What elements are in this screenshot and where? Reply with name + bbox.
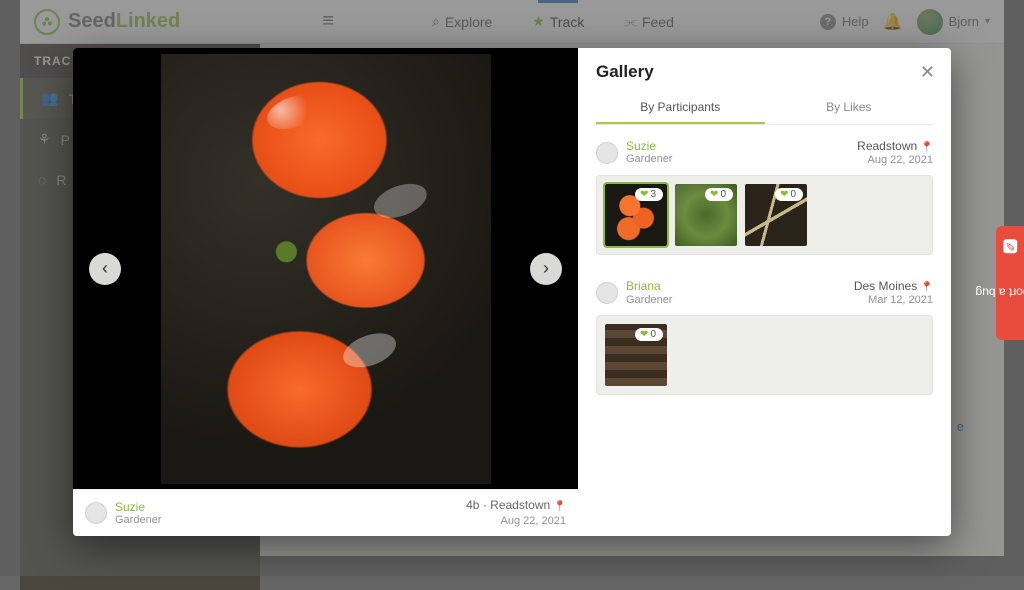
gallery-title: Gallery <box>596 62 933 82</box>
modal-backdrop[interactable]: ‹ › Suzie Gardener 4b · Readst <box>0 0 1024 576</box>
grower-0-date: Aug 22, 2021 <box>857 154 933 167</box>
tab-by-likes-label: By Likes <box>826 100 871 114</box>
grower-0-city: Readstown <box>857 139 917 153</box>
avatar-icon <box>596 142 618 164</box>
caption-meta: 4b · Readstown 📍 Aug 22, 2021 <box>466 498 566 528</box>
grower-block-1: Briana Gardener Des Moines 📍 Mar 12, 202… <box>596 279 933 395</box>
tab-by-participants[interactable]: By Participants <box>596 92 765 124</box>
grower-1-name[interactable]: Briana <box>626 279 672 293</box>
caption-user: Suzie Gardener <box>85 500 161 526</box>
thumb-0-0-likes[interactable]: ❤3 <box>635 188 663 201</box>
grower-head-1: Briana Gardener Des Moines 📍 Mar 12, 202… <box>596 279 933 307</box>
heart-icon: ❤ <box>780 189 788 200</box>
tab-by-likes[interactable]: By Likes <box>765 92 934 124</box>
thumb-0-2[interactable]: ❤0 <box>745 184 807 246</box>
thumb-0-1[interactable]: ❤0 <box>675 184 737 246</box>
thumb-1-0-likes[interactable]: ❤0 <box>635 328 663 341</box>
report-bug-button[interactable]: Report a bug ✎ <box>996 226 1024 340</box>
caption-location: Readstown <box>490 498 550 512</box>
heart-icon: ❤ <box>640 329 648 340</box>
grower-1-role: Gardener <box>626 294 672 307</box>
image-viewer-stage: ‹ › <box>73 48 578 489</box>
thumb-0-0[interactable]: ❤3 <box>605 184 667 246</box>
gallery-panel: ✕ Gallery By Participants By Likes Suzie <box>578 48 951 536</box>
grower-0-role: Gardener <box>626 153 672 166</box>
image-caption: Suzie Gardener 4b · Readstown 📍 Aug 22, … <box>73 489 578 536</box>
gallery-modal: ‹ › Suzie Gardener 4b · Readst <box>73 48 951 536</box>
thumb-0-1-likes[interactable]: ❤0 <box>705 188 733 201</box>
avatar-icon <box>85 502 107 524</box>
caption-date: Aug 22, 2021 <box>466 514 566 528</box>
caption-meta-prefix: 4b <box>466 498 479 512</box>
grower-0-thumbs: ❤3 ❤0 ❤0 <box>596 175 933 255</box>
thumb-0-2-likes[interactable]: ❤0 <box>775 188 803 201</box>
gallery-tabs: By Participants By Likes <box>596 92 933 125</box>
report-bug-label: Report a bug <box>975 286 1024 300</box>
grower-1-date: Mar 12, 2021 <box>854 294 933 307</box>
thumb-0-0-like-count: 3 <box>650 189 656 200</box>
heart-icon: ❤ <box>640 189 648 200</box>
location-pin-icon: 📍 <box>554 501 566 512</box>
thumb-1-0[interactable]: ❤0 <box>605 324 667 386</box>
caption-userrole: Gardener <box>115 514 161 526</box>
location-pin-icon: 📍 <box>921 142 933 153</box>
grower-1-thumbs: ❤0 <box>596 315 933 395</box>
close-icon: ✕ <box>920 62 935 82</box>
grower-head-0: Suzie Gardener Readstown 📍 Aug 22, 2021 <box>596 139 933 167</box>
close-button[interactable]: ✕ <box>920 62 935 83</box>
location-pin-icon: 📍 <box>921 282 933 293</box>
thumb-0-2-like-count: 0 <box>790 189 796 200</box>
thumb-0-1-like-count: 0 <box>720 189 726 200</box>
tab-by-participants-label: By Participants <box>640 100 720 114</box>
main-image <box>161 54 491 484</box>
prev-image-button[interactable]: ‹ <box>89 253 121 285</box>
pencil-icon: ✎ <box>1003 239 1017 253</box>
chevron-left-icon: ‹ <box>102 258 108 279</box>
heart-icon: ❤ <box>710 189 718 200</box>
avatar-icon <box>596 282 618 304</box>
chevron-right-icon: › <box>543 258 549 279</box>
image-viewer: ‹ › Suzie Gardener 4b · Readst <box>73 48 578 536</box>
grower-1-city: Des Moines <box>854 279 917 293</box>
caption-username[interactable]: Suzie <box>115 500 161 514</box>
grower-block-0: Suzie Gardener Readstown 📍 Aug 22, 2021 … <box>596 139 933 255</box>
grower-0-name[interactable]: Suzie <box>626 139 672 153</box>
next-image-button[interactable]: › <box>530 253 562 285</box>
thumb-1-0-like-count: 0 <box>650 329 656 340</box>
